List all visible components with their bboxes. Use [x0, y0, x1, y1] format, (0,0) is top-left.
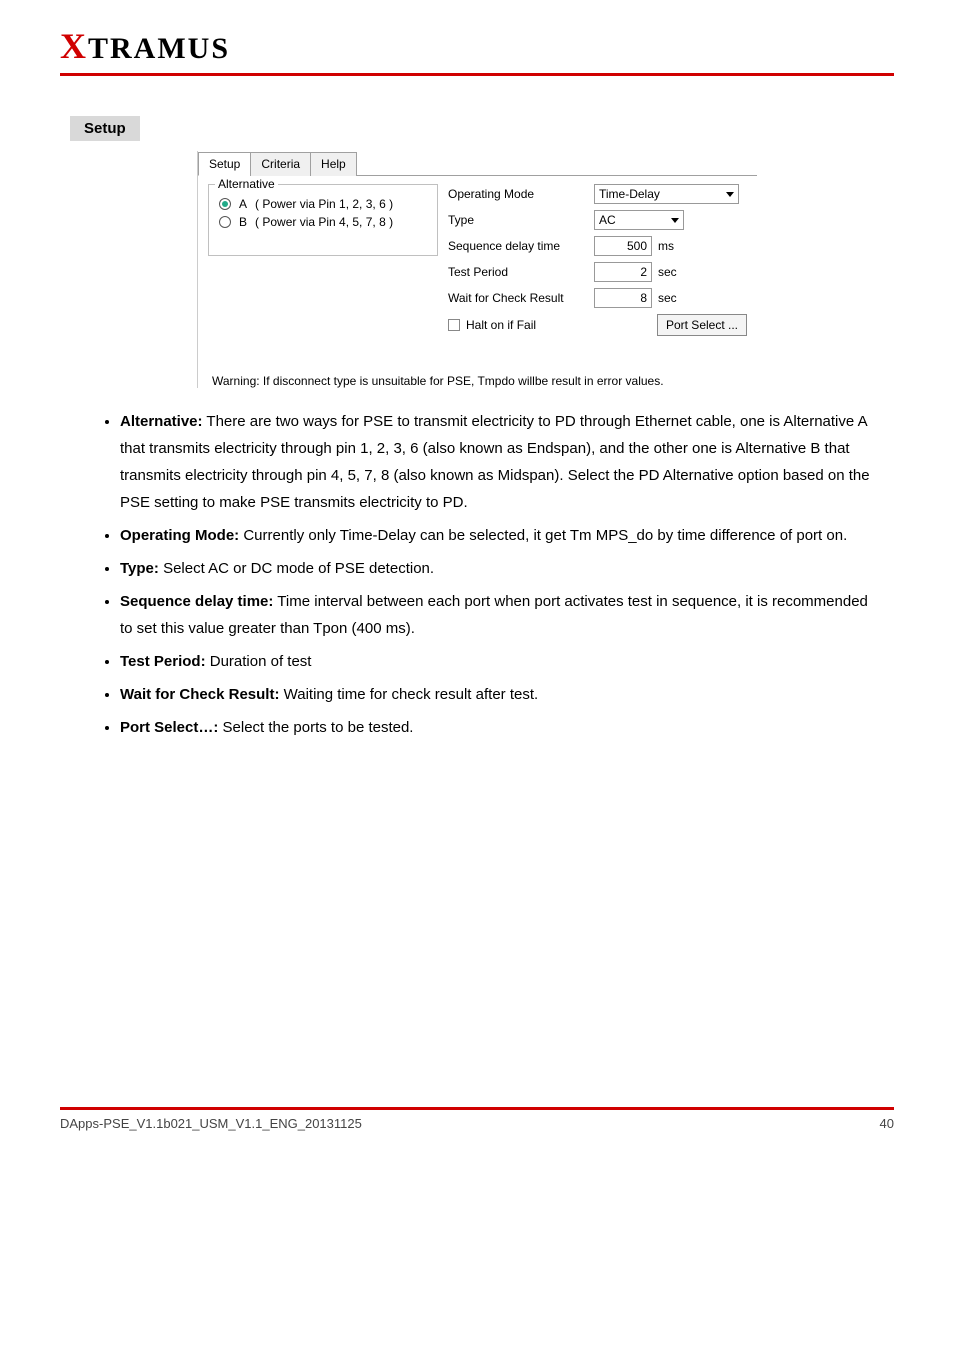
input-wait-check[interactable]: 8 [594, 288, 652, 308]
select-operating-mode-value: Time-Delay [599, 187, 660, 201]
tab-help[interactable]: Help [310, 152, 357, 176]
bullet-text: Duration of test [206, 653, 312, 670]
header-divider [60, 73, 894, 76]
alternative-option-a[interactable]: A ( Power via Pin 1, 2, 3, 6 ) [219, 197, 427, 211]
tab-bar: Setup Criteria Help [198, 151, 757, 176]
list-item: Sequence delay time: Time interval betwe… [120, 588, 884, 642]
select-type[interactable]: AC [594, 210, 684, 230]
chevron-down-icon [726, 192, 734, 197]
bullet-text: There are two ways for PSE to transmit e… [120, 413, 870, 511]
bullet-text: Currently only Time-Delay can be selecte… [239, 527, 847, 544]
radio-a-key: A [239, 197, 247, 211]
unit-sec-2: sec [658, 291, 677, 305]
dialog-screenshot: Setup Criteria Help Alternative A ( Powe… [197, 151, 757, 388]
logo-rest: TRAMUS [88, 32, 230, 65]
list-item: Port Select…: Select the ports to be tes… [120, 714, 884, 741]
list-item: Test Period: Duration of test [120, 648, 884, 675]
radio-b-desc: ( Power via Pin 4, 5, 7, 8 ) [255, 215, 393, 229]
page-footer: DApps-PSE_V1.1b021_USM_V1.1_ENG_20131125… [60, 1101, 894, 1131]
bullet-label: Port Select…: [120, 719, 218, 736]
body-text: Alternative: There are two ways for PSE … [90, 408, 884, 741]
tab-criteria[interactable]: Criteria [250, 152, 311, 176]
unit-ms: ms [658, 239, 674, 253]
list-item: Alternative: There are two ways for PSE … [120, 408, 884, 516]
label-wait-check: Wait for Check Result [448, 291, 588, 305]
radio-a[interactable] [219, 198, 231, 210]
description-list: Alternative: There are two ways for PSE … [120, 408, 884, 741]
chevron-down-icon [671, 218, 679, 223]
label-test-period: Test Period [448, 265, 588, 279]
input-test-period[interactable]: 2 [594, 262, 652, 282]
alternative-group: Alternative A ( Power via Pin 1, 2, 3, 6… [208, 184, 438, 256]
alternative-option-b[interactable]: B ( Power via Pin 4, 5, 7, 8 ) [219, 215, 427, 229]
logo: XTRAMUS [60, 25, 894, 67]
bullet-text: Waiting time for check result after test… [279, 686, 538, 703]
bullet-text: Select AC or DC mode of PSE detection. [159, 560, 434, 577]
warning-text: Warning: If disconnect type is unsuitabl… [198, 372, 757, 388]
setup-badge: Setup [70, 116, 140, 141]
bullet-label: Test Period: [120, 653, 206, 670]
bullet-label: Sequence delay time: [120, 593, 273, 610]
radio-b[interactable] [219, 216, 231, 228]
bullet-label: Wait for Check Result: [120, 686, 279, 703]
label-operating-mode: Operating Mode [448, 187, 588, 201]
label-halt: Halt on if Fail [466, 318, 536, 332]
logo-x: X [60, 26, 88, 66]
label-type: Type [448, 213, 588, 227]
unit-sec-1: sec [658, 265, 677, 279]
port-select-button[interactable]: Port Select ... [657, 314, 747, 336]
list-item: Wait for Check Result: Waiting time for … [120, 681, 884, 708]
radio-b-key: B [239, 215, 247, 229]
footer-divider [60, 1107, 894, 1110]
input-seq-delay[interactable]: 500 [594, 236, 652, 256]
footer-right: 40 [880, 1116, 894, 1131]
select-type-value: AC [599, 213, 616, 227]
tab-setup[interactable]: Setup [198, 152, 251, 176]
footer-left: DApps-PSE_V1.1b021_USM_V1.1_ENG_20131125 [60, 1116, 362, 1131]
checkbox-halt[interactable] [448, 319, 460, 331]
section-heading: Setup [70, 116, 894, 141]
bullet-label: Operating Mode: [120, 527, 239, 544]
label-seq-delay: Sequence delay time [448, 239, 588, 253]
bullet-label: Type: [120, 560, 159, 577]
list-item: Operating Mode: Currently only Time-Dela… [120, 522, 884, 549]
select-operating-mode[interactable]: Time-Delay [594, 184, 739, 204]
bullet-label: Alternative: [120, 413, 203, 430]
list-item: Type: Select AC or DC mode of PSE detect… [120, 555, 884, 582]
bullet-text: Select the ports to be tested. [218, 719, 413, 736]
alternative-legend: Alternative [215, 177, 278, 191]
radio-a-desc: ( Power via Pin 1, 2, 3, 6 ) [255, 197, 393, 211]
